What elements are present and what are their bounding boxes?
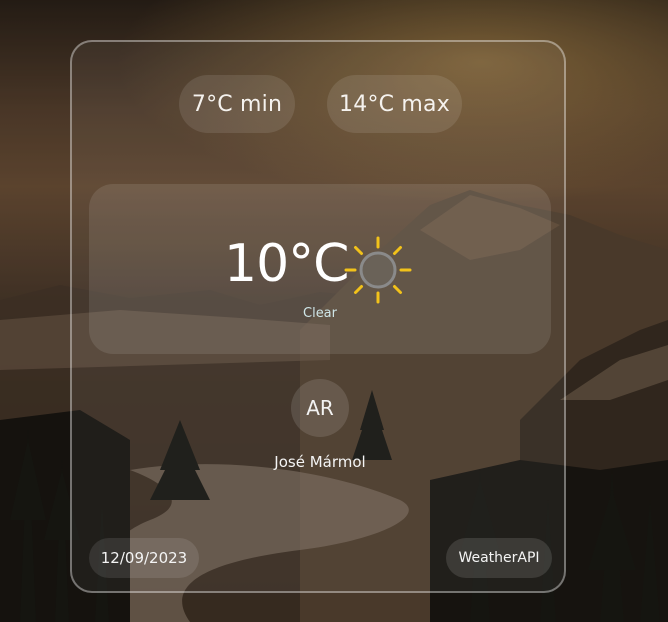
date-text: 12/09/2023 — [100, 549, 188, 567]
weather-source-label: WeatherAPI — [458, 550, 540, 566]
current-weather-panel: 10°C Clear — [89, 184, 551, 354]
min-temperature-pill: 7°C min — [179, 75, 295, 133]
current-temperature: 10°C — [224, 234, 349, 294]
avatar-initials: AR — [306, 396, 334, 420]
max-temperature: 14°C max — [339, 91, 450, 117]
date-badge: 12/09/2023 — [89, 538, 199, 578]
sun-icon — [342, 234, 414, 306]
location-name: José Mármol — [274, 453, 366, 471]
weather-condition: Clear — [303, 306, 337, 321]
avatar[interactable]: AR — [291, 379, 349, 437]
weather-card: 7°C min 14°C max 10°C Clear AR José Márm… — [70, 40, 566, 593]
max-temperature-pill: 14°C max — [327, 75, 462, 133]
min-temperature: 7°C min — [191, 91, 283, 117]
weather-source-link[interactable]: WeatherAPI — [446, 538, 552, 578]
